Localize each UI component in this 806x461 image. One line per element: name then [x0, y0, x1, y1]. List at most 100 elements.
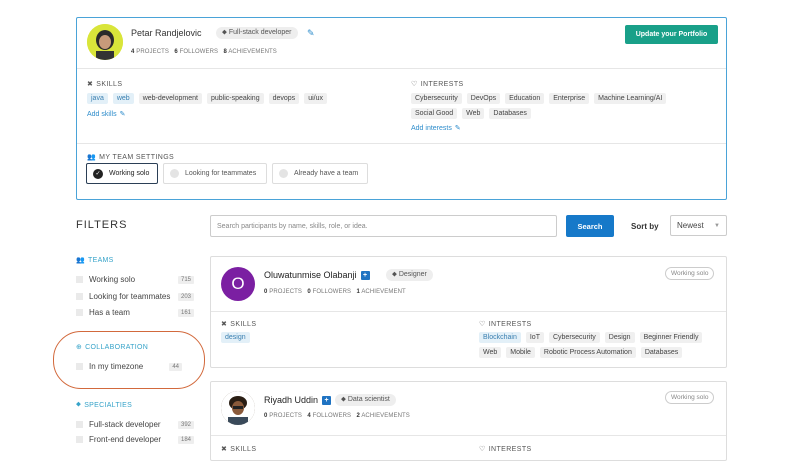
users-icon: 👥: [76, 257, 86, 264]
chevron-down-icon: ▼: [714, 222, 720, 229]
role-label: Full-stack developer: [228, 29, 292, 36]
participant-name[interactable]: Riyadh Uddin +: [264, 395, 332, 405]
tools-icon: ✖: [87, 81, 94, 88]
checkbox[interactable]: [76, 309, 83, 316]
skill-chip[interactable]: ui/ux: [304, 93, 327, 104]
tools-icon: ✖: [221, 446, 228, 453]
check-icon: ✓: [93, 168, 103, 179]
tag-icon: ⬥: [392, 271, 397, 278]
sort-by-label: Sort by: [631, 222, 659, 231]
interest-chip[interactable]: Social Good: [411, 108, 458, 119]
skills-label: ✖ SKILLS: [221, 445, 257, 454]
checkbox[interactable]: [76, 276, 83, 283]
heart-icon: ♡: [479, 321, 486, 328]
participant-card[interactable]: Riyadh Uddin + ⬥ Data scientist Working …: [210, 381, 727, 461]
interest-chip[interactable]: Beginner Friendly: [639, 332, 703, 343]
divider: [211, 435, 726, 436]
teams-filter-head: 👥 TEAMS: [76, 256, 114, 265]
skill-chip[interactable]: java: [87, 93, 108, 104]
collaboration-filter-head: ⊕ COLLABORATION: [76, 343, 149, 352]
filter-has-a-team[interactable]: Has a team 161: [76, 308, 194, 317]
checkbox[interactable]: [76, 421, 83, 428]
search-input[interactable]: Search participants by name, skills, rol…: [210, 215, 557, 237]
profile-card: Petar Randjelovic ⬥ Full-stack developer…: [76, 17, 727, 200]
team-option-have-team[interactable]: Already have a team: [272, 163, 368, 184]
team-option-looking[interactable]: Looking for teammates: [163, 163, 267, 184]
plus-icon: +: [360, 270, 370, 280]
tag-icon: ⬥: [222, 29, 227, 36]
status-badge: Working solo: [665, 267, 715, 280]
interest-chip[interactable]: Cybersecurity: [411, 93, 462, 104]
radio-icon: [279, 169, 288, 178]
update-portfolio-button[interactable]: Update your Portfolio: [625, 25, 718, 44]
sort-select[interactable]: Newest ▼: [670, 215, 727, 236]
add-interests-link[interactable]: Add interests ✎: [411, 124, 461, 133]
participant-stats: 0 PROJECTS 0 FOLLOWERS 1 ACHIEVEMENT: [264, 289, 406, 295]
skills-list: java web web-development public-speaking…: [87, 93, 387, 104]
role-tag: ⬥ Full-stack developer: [216, 27, 298, 39]
tag-icon: ⬥: [76, 401, 82, 408]
interest-chip[interactable]: Enterprise: [549, 93, 590, 104]
interest-chip[interactable]: Databases: [489, 108, 531, 119]
interests-list: Cybersecurity DevOps Education Enterpris…: [411, 93, 721, 119]
divider: [77, 68, 726, 69]
interests-list: Blockchain IoT Cybersecurity Design Begi…: [479, 332, 719, 358]
participant-name[interactable]: Oluwatunmise Olabanji +: [264, 270, 370, 280]
skills-label: ✖ SKILLS: [221, 320, 257, 329]
checkbox[interactable]: [76, 436, 83, 443]
skill-chip[interactable]: devops: [268, 93, 300, 104]
skill-chip[interactable]: design: [221, 332, 250, 343]
profile-stats: 4 PROJECTS 6 FOLLOWERS 8 ACHIEVEMENTS: [131, 49, 277, 55]
tag-icon: ⬥: [341, 396, 346, 403]
filter-working-solo[interactable]: Working solo 715: [76, 275, 194, 284]
participant-card[interactable]: O Oluwatunmise Olabanji + ⬥ Designer Wor…: [210, 256, 727, 368]
radio-icon: [170, 169, 179, 178]
interest-chip[interactable]: Cybersecurity: [548, 332, 600, 343]
interest-chip[interactable]: Databases: [640, 347, 683, 358]
interest-chip[interactable]: Education: [505, 93, 545, 104]
interest-chip[interactable]: Blockchain: [479, 332, 521, 343]
interest-chip[interactable]: Web: [462, 108, 485, 119]
users-icon: 👥: [87, 154, 97, 161]
interest-chip[interactable]: DevOps: [466, 93, 501, 104]
interests-label: ♡ INTERESTS: [479, 320, 532, 329]
filters-title: FILTERS: [76, 219, 128, 231]
profile-name[interactable]: Petar Randjelovic: [131, 28, 202, 38]
interest-chip[interactable]: Web: [479, 347, 502, 358]
interest-chip[interactable]: IoT: [525, 332, 544, 343]
interest-chip[interactable]: Design: [604, 332, 635, 343]
skill-chip[interactable]: web: [112, 93, 134, 104]
interest-chip[interactable]: Mobile: [506, 347, 535, 358]
specialties-filter-head: ⬥ SPECIALTIES: [76, 401, 133, 409]
filter-full-stack-developer[interactable]: Full-stack developer 392: [76, 420, 194, 429]
filter-in-my-timezone[interactable]: In my timezone 44: [76, 362, 182, 371]
add-skills-link[interactable]: Add skills ✎: [87, 110, 126, 119]
avatar[interactable]: [87, 24, 123, 60]
checkbox[interactable]: [76, 293, 83, 300]
heart-icon: ♡: [411, 81, 418, 88]
search-button[interactable]: Search: [566, 215, 614, 237]
tools-icon: ✖: [221, 321, 228, 328]
edit-pencil-icon[interactable]: ✎: [307, 28, 315, 39]
highlight-annotation: [53, 331, 205, 389]
globe-icon: ⊕: [76, 344, 83, 351]
skill-chip[interactable]: public-speaking: [206, 93, 264, 104]
team-settings-label: 👥 MY TEAM SETTINGS: [87, 153, 175, 162]
status-badge: Working solo: [665, 391, 715, 404]
interest-chip[interactable]: Robotic Process Automation: [539, 347, 636, 358]
avatar[interactable]: O: [221, 267, 255, 301]
pencil-icon: ✎: [454, 125, 461, 132]
plus-icon: +: [322, 395, 332, 405]
skills-list: design: [221, 332, 255, 343]
interest-chip[interactable]: Machine Learning/AI: [594, 93, 667, 104]
filter-looking-for-teammates[interactable]: Looking for teammates 203: [76, 292, 194, 301]
filter-front-end-developer[interactable]: Front-end developer 184: [76, 435, 194, 444]
checkbox[interactable]: [76, 363, 83, 370]
avatar[interactable]: [221, 391, 255, 425]
skills-label: ✖ SKILLS: [87, 80, 123, 89]
divider: [211, 311, 726, 312]
team-option-working-solo[interactable]: ✓ Working solo: [86, 163, 158, 184]
skill-chip[interactable]: web-development: [138, 93, 202, 104]
role-tag: ⬥ Designer: [386, 269, 433, 281]
pencil-icon: ✎: [119, 111, 126, 118]
